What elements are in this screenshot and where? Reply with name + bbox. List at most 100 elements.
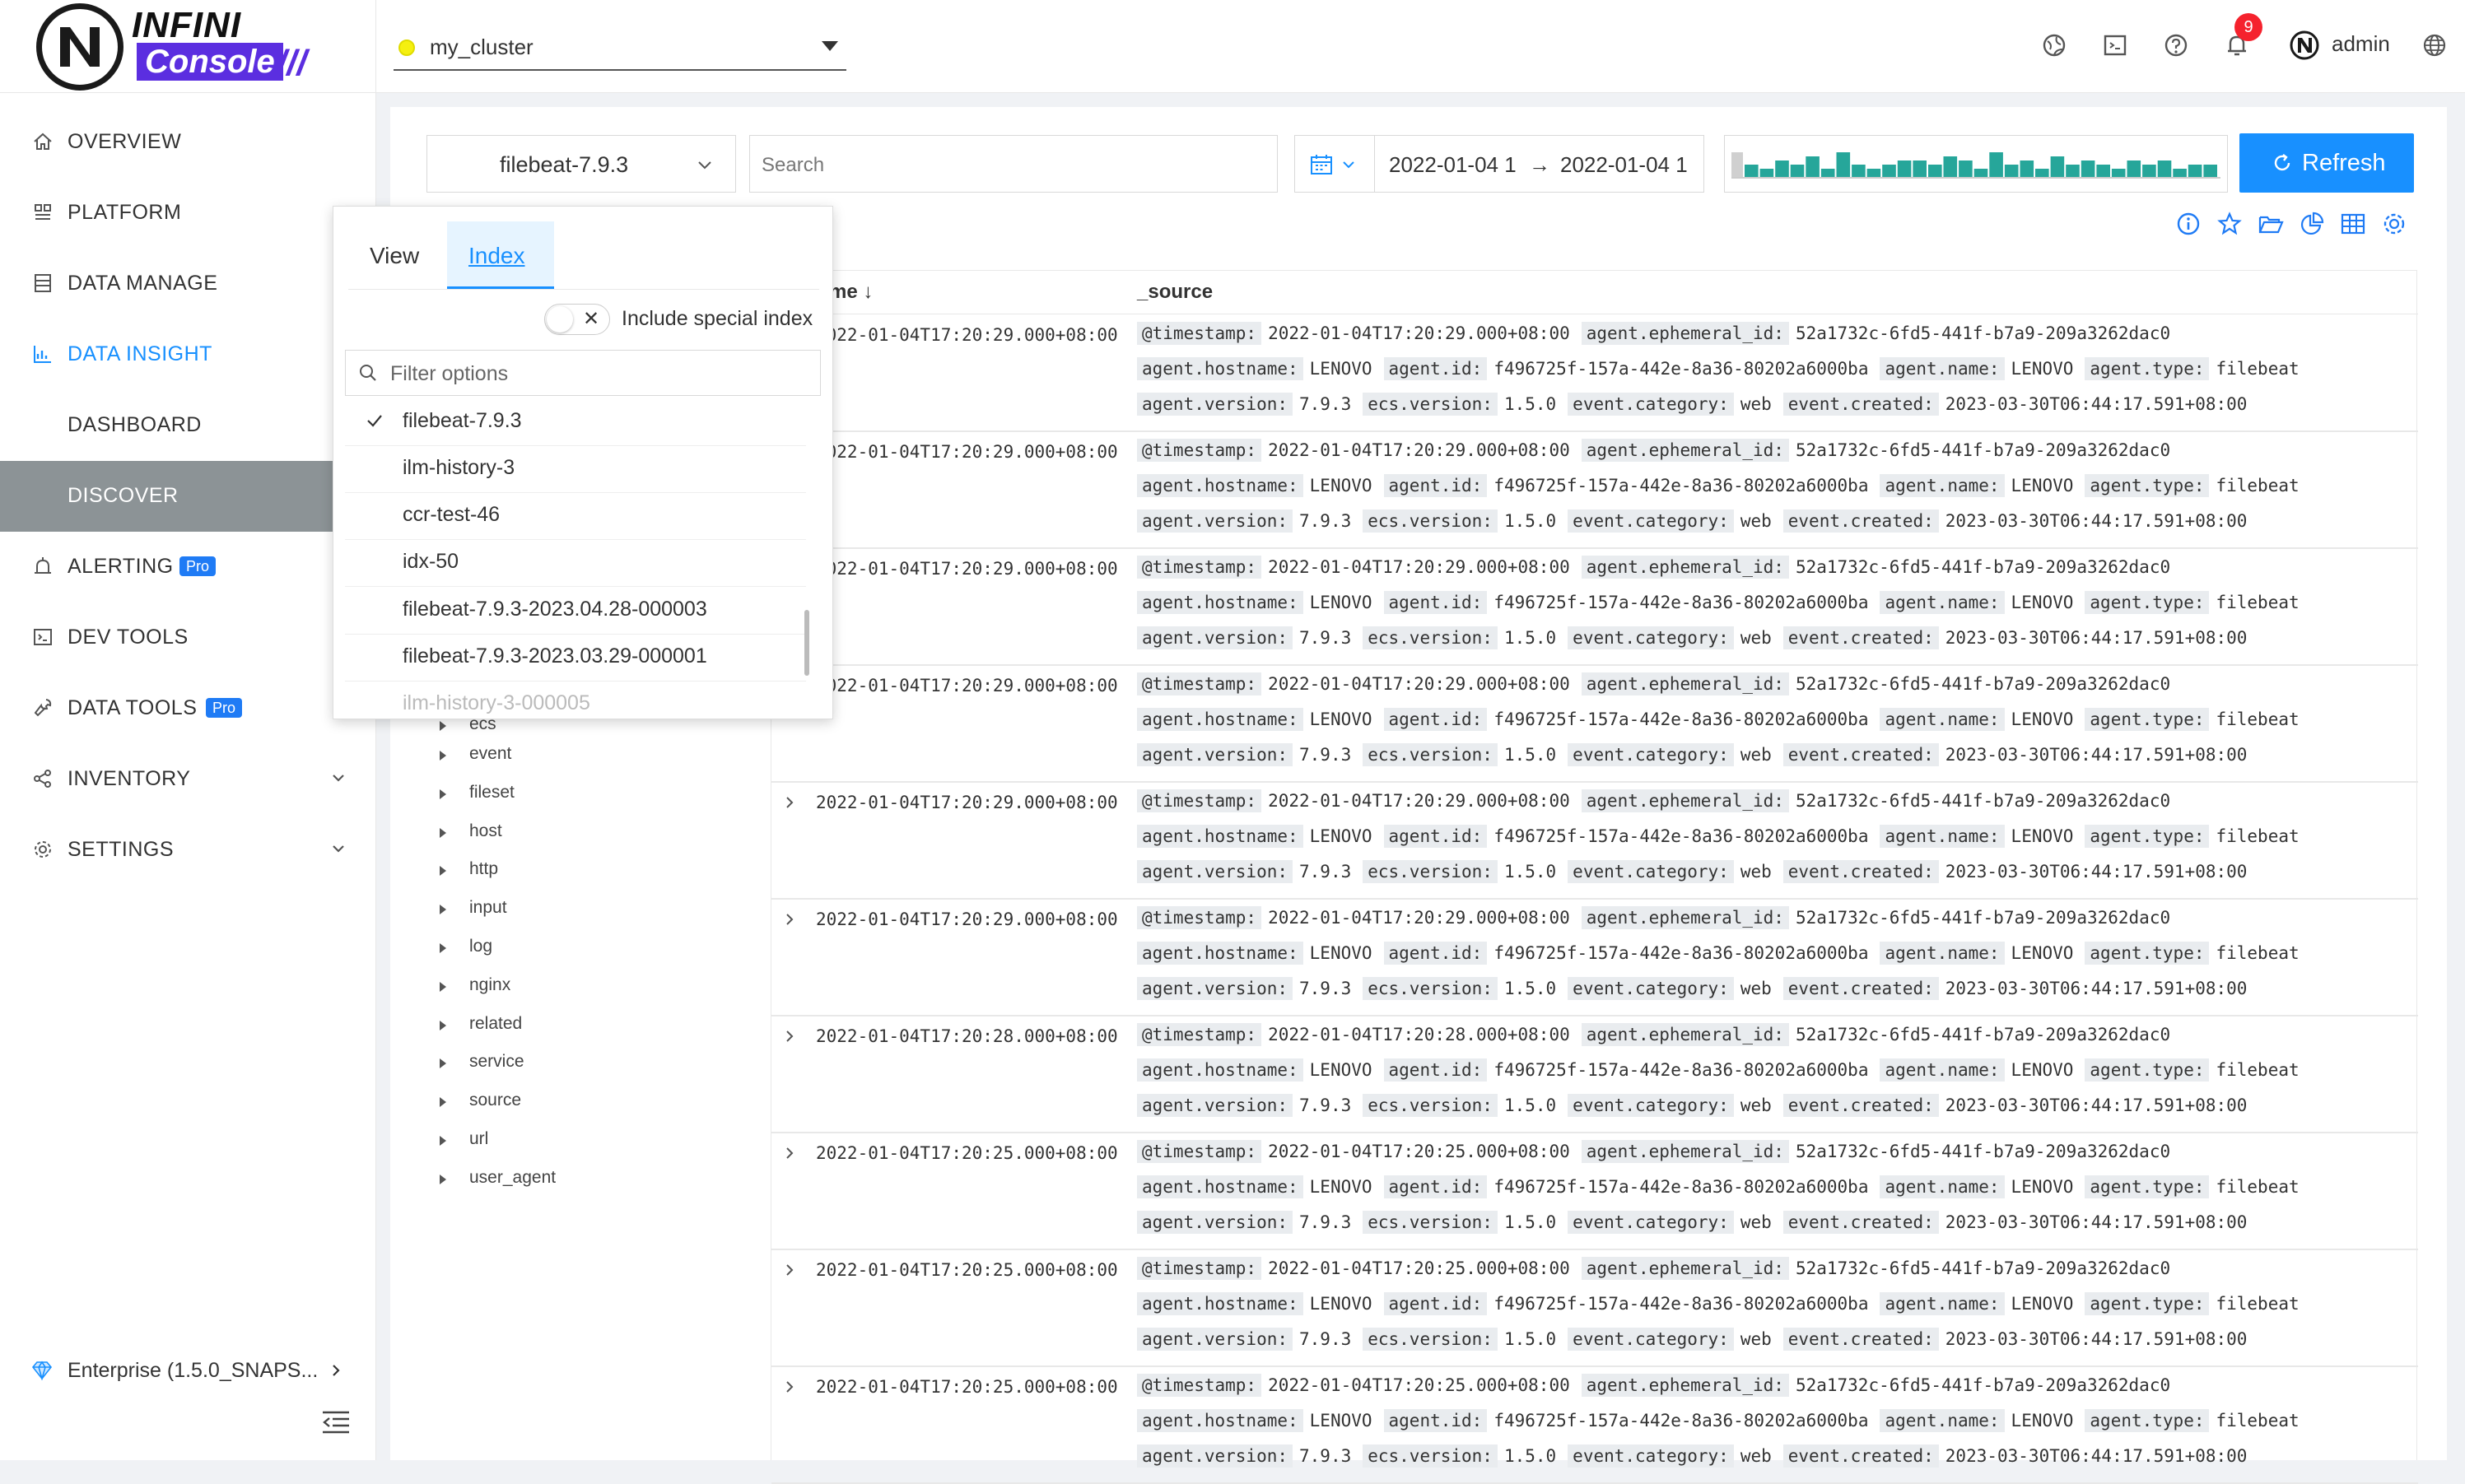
sidebar-item-data-insight[interactable]: DATA INSIGHT [0, 319, 375, 390]
enterprise-version-link[interactable]: Enterprise (1.5.0_SNAPS... [0, 1346, 375, 1395]
index-option[interactable]: filebeat-7.9.3 [345, 399, 806, 446]
index-option[interactable]: ilm-history-3-000005 [345, 682, 806, 719]
chevron-right-icon[interactable] [783, 1030, 796, 1043]
field-item[interactable]: url [436, 1128, 749, 1154]
histogram-bar[interactable] [1836, 152, 1851, 177]
index-option[interactable]: filebeat-7.9.3-2023.04.28-000003 [345, 588, 806, 635]
field-item[interactable]: service [436, 1050, 749, 1077]
histogram-bar[interactable] [2004, 165, 2019, 177]
date-end[interactable]: 2022-01-04 1 [1560, 152, 1688, 178]
field-item[interactable]: host [436, 820, 749, 846]
chevron-right-icon[interactable] [783, 796, 796, 809]
histogram-bar[interactable] [1973, 169, 1988, 177]
field-item[interactable]: log [436, 935, 749, 961]
histogram-bar[interactable] [2203, 165, 2217, 177]
column-header-time[interactable]: me ↓ [829, 281, 873, 304]
histogram-bar[interactable] [1790, 165, 1805, 177]
histogram-bar[interactable] [2081, 160, 2095, 177]
index-option[interactable]: idx-50 [345, 540, 806, 587]
field-item[interactable]: fileset [436, 781, 749, 807]
table-row[interactable]: 2022-01-04T17:20:25.000+08:00 @timestamp:… [771, 1132, 2418, 1250]
sidebar-item-platform[interactable]: PLATFORM [0, 178, 375, 249]
histogram-bar[interactable] [1775, 160, 1789, 177]
histogram-bar[interactable] [2173, 169, 2187, 177]
table-icon[interactable] [2340, 211, 2366, 237]
histogram-bar[interactable] [1897, 160, 1912, 177]
table-row[interactable]: 2022-01-04T17:20:29.000+08:00 @timestamp:… [771, 547, 2418, 666]
histogram-bar[interactable] [1943, 156, 1958, 177]
histogram-bar[interactable] [1928, 165, 1942, 177]
table-row[interactable]: 2022-01-04T17:20:25.000+08:00 @timestamp:… [771, 1365, 2418, 1484]
table-row[interactable]: 2022-01-04T17:20:29.000+08:00 @timestamp:… [771, 314, 2418, 432]
mini-histogram[interactable] [1724, 135, 2228, 193]
refresh-button[interactable]: Refresh [2239, 133, 2414, 193]
table-row[interactable]: 2022-01-04T17:20:29.000+08:00 @timestamp:… [771, 781, 2418, 900]
search-input[interactable]: Search [749, 135, 1278, 193]
sidebar-item-alerting[interactable]: ALERTING Pro [0, 532, 375, 602]
histogram-bar[interactable] [2188, 165, 2202, 177]
chevron-right-icon[interactable] [783, 1263, 796, 1277]
terminal-icon[interactable] [2101, 31, 2129, 59]
sidebar-item-dev-tools[interactable]: DEV TOOLS [0, 602, 375, 673]
histogram-bar[interactable] [1820, 169, 1835, 177]
date-start[interactable]: 2022-01-04 1 [1389, 152, 1517, 178]
histogram-bar[interactable] [1852, 165, 1866, 177]
settings-icon[interactable] [2381, 211, 2407, 237]
chevron-right-icon[interactable] [783, 1147, 796, 1160]
logo[interactable]: INFINI Console /// [0, 0, 376, 92]
tab-view[interactable]: View [370, 243, 419, 269]
histogram-bar[interactable] [1866, 169, 1881, 177]
sidebar-item-dashboard[interactable]: DASHBOARD [0, 390, 375, 461]
table-row[interactable]: 2022-01-04T17:20:28.000+08:00 @timestamp:… [771, 1015, 2418, 1133]
histogram-brush[interactable] [1731, 152, 1743, 177]
histogram-bar[interactable] [2127, 160, 2141, 177]
pie-chart-icon[interactable] [2299, 211, 2325, 237]
chevron-right-icon[interactable] [783, 1380, 796, 1393]
histogram-bar[interactable] [2142, 165, 2156, 177]
sidebar-item-discover[interactable]: DISCOVER [0, 461, 375, 532]
histogram-bar[interactable] [2020, 160, 2034, 177]
field-item[interactable]: related [436, 1012, 749, 1039]
histogram-bar[interactable] [2050, 156, 2065, 177]
histogram-bar[interactable] [2096, 165, 2110, 177]
table-row[interactable]: 2022-01-04T17:20:29.000+08:00 @timestamp:… [771, 898, 2418, 1016]
sidebar-item-overview[interactable]: OVERVIEW [0, 107, 375, 178]
quick-date-menu[interactable] [1295, 136, 1375, 192]
sidebar-item-data-manage[interactable]: DATA MANAGE [0, 249, 375, 319]
index-option[interactable]: filebeat-7.9.3-2023.03.29-000001 [345, 635, 806, 682]
folder-open-icon[interactable] [2258, 211, 2284, 237]
user-avatar-icon[interactable] [2289, 30, 2320, 61]
star-icon[interactable] [2216, 211, 2243, 237]
language-icon[interactable] [2421, 31, 2449, 59]
histogram-bar[interactable] [1745, 165, 1759, 177]
sidebar-item-data-tools[interactable]: DATA TOOLS Pro [0, 673, 375, 744]
chevron-right-icon[interactable] [783, 913, 796, 926]
collapse-sidebar-icon[interactable] [321, 1410, 351, 1435]
field-item[interactable]: user_agent [436, 1166, 749, 1193]
field-item[interactable]: http [436, 858, 749, 884]
info-icon[interactable] [2175, 211, 2202, 237]
user-name[interactable]: admin [2332, 31, 2390, 57]
histogram-bar[interactable] [1882, 165, 1896, 177]
include-special-toggle[interactable]: ✕ [544, 304, 610, 335]
index-option[interactable]: ilm-history-3 [345, 446, 806, 493]
histogram-bar[interactable] [1913, 160, 1927, 177]
table-row[interactable]: 2022-01-04T17:20:29.000+08:00 @timestamp:… [771, 430, 2418, 549]
histogram-bar[interactable] [2066, 165, 2080, 177]
dropdown-scrollbar[interactable] [804, 610, 809, 676]
date-range-picker[interactable]: 2022-01-04 1 → 2022-01-04 1 [1294, 135, 1704, 193]
table-row[interactable]: 2022-01-04T17:20:25.000+08:00 @timestamp:… [771, 1249, 2418, 1367]
help-icon[interactable] [2162, 31, 2190, 59]
filter-options-input[interactable]: Filter options [345, 350, 821, 396]
field-item[interactable]: input [436, 896, 749, 923]
histogram-bar[interactable] [1806, 156, 1820, 177]
field-item[interactable]: source [436, 1089, 749, 1115]
sidebar-item-inventory[interactable]: INVENTORY [0, 744, 375, 815]
histogram-bar[interactable] [1959, 160, 1973, 177]
histogram-bar[interactable] [1759, 169, 1774, 177]
table-row[interactable]: 2022-01-04T17:20:29.000+08:00 @timestamp:… [771, 664, 2418, 783]
index-selector[interactable]: filebeat-7.9.3 [426, 135, 736, 193]
cluster-selector[interactable]: my_cluster [394, 25, 846, 71]
histogram-bar[interactable] [1989, 152, 2003, 177]
tab-index[interactable]: Index [447, 221, 554, 289]
